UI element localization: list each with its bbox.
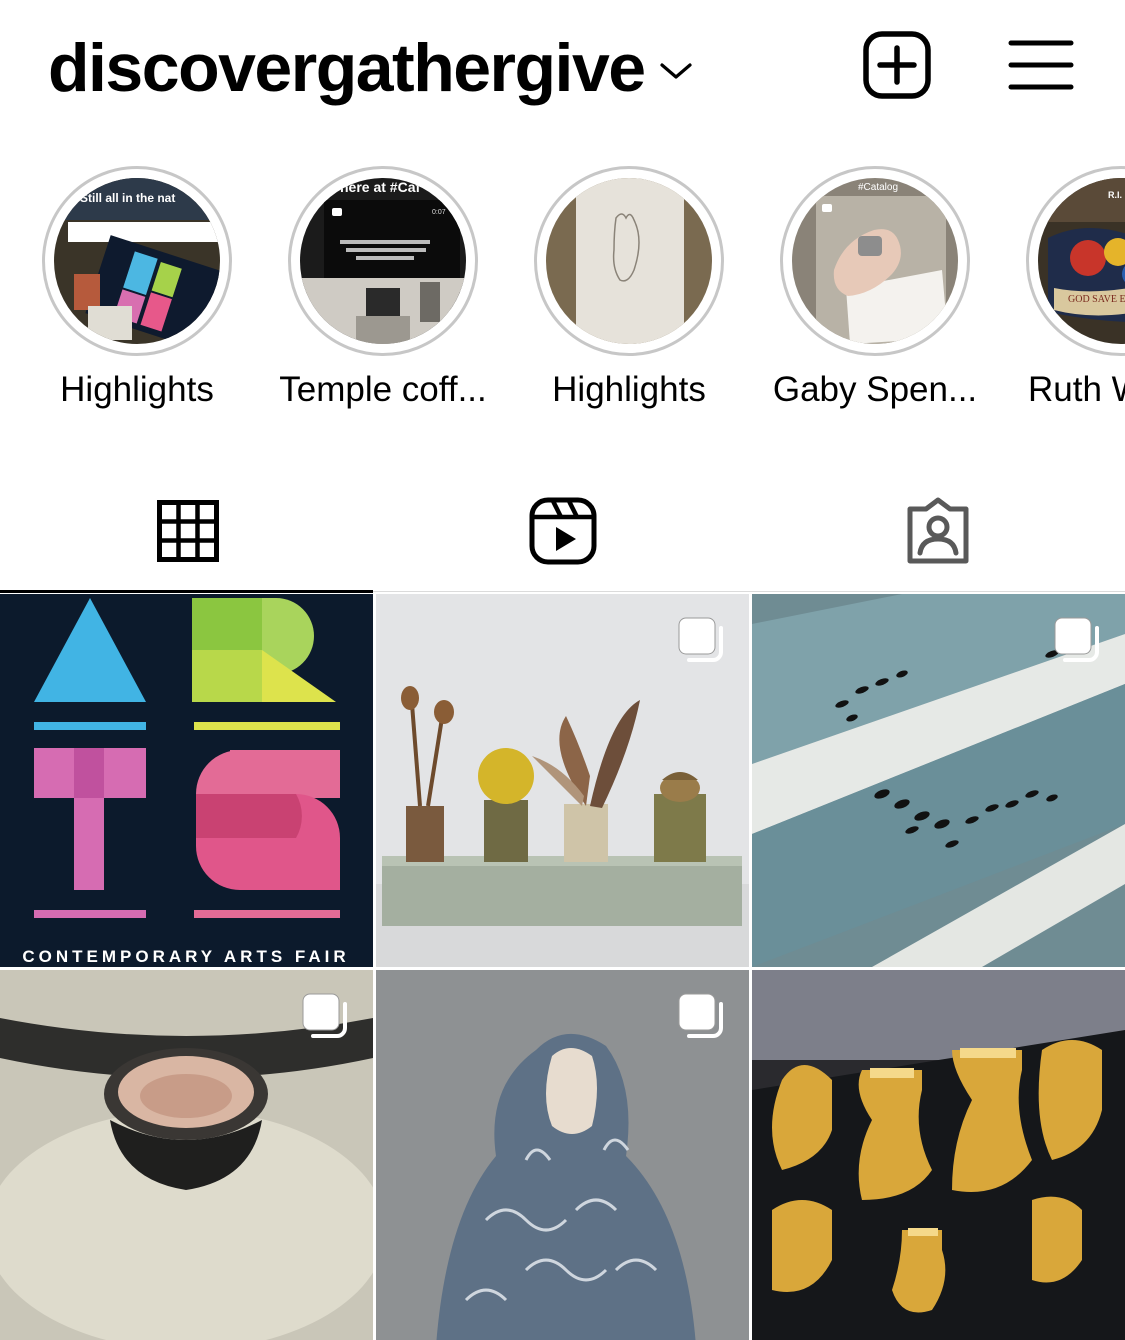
- new-post-icon[interactable]: [862, 30, 932, 100]
- post-grid: CONTEMPORARY ARTS FAIR: [0, 594, 1125, 1340]
- highlight-thumbnail: here at #Caf 0:07: [300, 178, 466, 344]
- account-switcher[interactable]: discovergathergive: [48, 26, 693, 110]
- highlight-label: Gaby Spen...: [772, 370, 978, 409]
- highlight-ring: [534, 166, 724, 356]
- svg-text:#Catalog: #Catalog: [858, 182, 898, 193]
- post-thumbnail[interactable]: [376, 970, 749, 1340]
- highlight-ring: R.I. GOD SAVE EI: [1026, 166, 1125, 356]
- multiple-photos-icon: [302, 993, 347, 1038]
- username: discovergathergive: [48, 30, 646, 106]
- chevron-down-icon: [659, 63, 692, 79]
- multiple-photos-icon: [678, 617, 723, 662]
- profile-header: discovergathergive: [0, 0, 1125, 140]
- svg-text:0:07: 0:07: [432, 209, 446, 216]
- highlight-label: Highlights: [552, 370, 706, 409]
- menu-icon[interactable]: [1008, 38, 1074, 92]
- post-thumbnail[interactable]: [0, 970, 373, 1340]
- tab-reels[interactable]: [375, 470, 750, 592]
- svg-text:here at #Caf: here at #Caf: [340, 179, 420, 195]
- svg-text:R.I.: R.I.: [1108, 190, 1122, 200]
- post-image: [752, 970, 1125, 1340]
- highlight-thumbnail: R.I. GOD SAVE EI: [1038, 178, 1125, 344]
- multiple-photos-icon: [678, 993, 723, 1038]
- highlight-ring: Still all in the nat: [42, 166, 232, 356]
- highlight-thumbnail: [546, 178, 712, 344]
- post-thumbnail[interactable]: CONTEMPORARY ARTS FAIR: [0, 594, 373, 967]
- highlight-ring: #Catalog: [780, 166, 970, 356]
- reels-icon: [529, 497, 596, 565]
- tab-tagged[interactable]: [750, 470, 1125, 592]
- svg-text:CONTEMPORARY ARTS FAIR: CONTEMPORARY ARTS FAIR: [22, 947, 349, 966]
- highlight-thumbnail: #Catalog: [792, 178, 958, 344]
- highlight-label: Temple coff...: [279, 370, 487, 409]
- multiple-photos-icon: [1054, 617, 1099, 662]
- highlight-label: Highlights: [60, 370, 214, 409]
- highlight-label: Ruth W: [1028, 370, 1125, 409]
- grid-icon: [156, 500, 219, 562]
- svg-text:Still all in the nat: Still all in the nat: [80, 191, 175, 205]
- highlight-ring: here at #Caf 0:07: [288, 166, 478, 356]
- highlight-thumbnail: Still all in the nat: [54, 178, 220, 344]
- post-thumbnail[interactable]: [752, 594, 1125, 967]
- tagged-icon: [907, 497, 968, 564]
- svg-text:GOD SAVE EI: GOD SAVE EI: [1068, 294, 1125, 305]
- post-thumbnail[interactable]: [376, 594, 749, 967]
- post-image: CONTEMPORARY ARTS FAIR: [0, 594, 373, 967]
- story-highlights: Still all in the nat Highlights here at …: [0, 160, 1125, 420]
- post-thumbnail[interactable]: [752, 970, 1125, 1340]
- tab-grid[interactable]: [0, 470, 375, 593]
- profile-tabs: [0, 470, 1125, 593]
